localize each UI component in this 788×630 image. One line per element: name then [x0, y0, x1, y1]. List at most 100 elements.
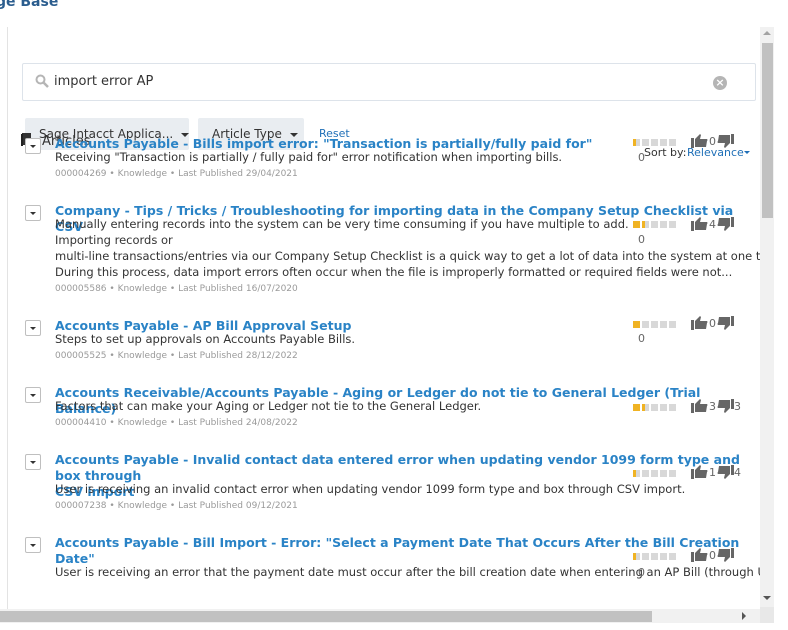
rating-bar [633, 404, 676, 411]
rating-star-icon [660, 221, 667, 228]
vote-controls: 4 [691, 217, 734, 231]
rating-star-icon [660, 321, 667, 328]
upvote-count: 0 [709, 316, 716, 330]
rating-count: 0 [638, 233, 645, 246]
vote-controls: 0 [691, 548, 734, 562]
rating-star-icon [633, 553, 640, 560]
rating-star-icon [642, 404, 649, 411]
rating-star-icon [642, 221, 649, 228]
rating-star-icon [633, 221, 640, 228]
upvote-count: 3 [709, 399, 716, 413]
rating-star-icon [669, 553, 676, 560]
vote-controls: 0 [691, 316, 734, 330]
thumbs-up-icon[interactable] [691, 465, 709, 479]
rating-star-icon [633, 404, 640, 411]
rating-star-icon [660, 139, 667, 146]
article-summary: Steps to set up approvals on Accounts Pa… [55, 332, 356, 346]
article-meta: 000004410 • Knowledge • Last Published 2… [55, 418, 298, 428]
rating-bar [633, 321, 676, 328]
expand-toggle-button[interactable] [25, 205, 41, 221]
vertical-scroll-thumb[interactable] [762, 43, 773, 218]
rating-bar [633, 553, 676, 560]
rating-star-icon [651, 404, 658, 411]
thumbs-up-icon[interactable] [691, 316, 709, 330]
article-summary: Importing records or [55, 233, 173, 247]
article-summary: Factors that can make your Aging or Ledg… [55, 399, 482, 413]
scrollbar-corner [760, 607, 774, 623]
rating-star-icon [642, 139, 649, 146]
expand-toggle-button[interactable] [25, 537, 41, 553]
rating-star-icon [669, 221, 676, 228]
article-meta: 000005525 • Knowledge • Last Published 2… [55, 351, 298, 361]
rating-bar [633, 139, 676, 146]
thumbs-down-icon[interactable] [716, 217, 734, 231]
search-box[interactable]: × [22, 63, 756, 101]
horizontal-scrollbar[interactable] [0, 609, 760, 623]
search-input[interactable] [54, 64, 694, 100]
thumbs-down-icon[interactable] [716, 465, 734, 479]
page-title: ge Base [0, 0, 59, 10]
rating-star-icon [633, 139, 640, 146]
rating-count: 0 [638, 151, 645, 164]
downvote-count: 3 [734, 399, 741, 413]
rating-bar [633, 221, 676, 228]
thumbs-down-icon[interactable] [716, 134, 734, 148]
article-meta: 000007238 • Knowledge • Last Published 0… [55, 501, 298, 511]
rating-star-icon [660, 404, 667, 411]
article-summary: Receiving "Transaction is partially / fu… [55, 150, 563, 164]
thumbs-up-icon[interactable] [691, 548, 709, 562]
thumbs-up-icon[interactable] [691, 134, 709, 148]
scroll-up-arrow-icon[interactable] [763, 31, 771, 35]
rating-star-icon [651, 321, 658, 328]
rating-star-icon [669, 404, 676, 411]
article-summary: multi-line transactions/entries via our … [55, 249, 761, 263]
rating-star-icon [642, 553, 649, 560]
expand-toggle-button[interactable] [25, 387, 41, 403]
vote-controls: 33 [691, 399, 741, 413]
horizontal-scroll-thumb[interactable] [0, 611, 652, 622]
thumbs-down-icon[interactable] [716, 399, 734, 413]
search-icon [35, 74, 49, 88]
rating-star-icon [651, 470, 658, 477]
rating-star-icon [669, 321, 676, 328]
expand-toggle-button[interactable] [25, 454, 41, 470]
vote-controls: 0 [691, 134, 734, 148]
rating-star-icon [651, 553, 658, 560]
upvote-count: 4 [709, 217, 716, 231]
thumbs-down-icon[interactable] [716, 548, 734, 562]
rating-star-icon [633, 321, 640, 328]
article-meta: 000004269 • Knowledge • Last Published 2… [55, 169, 298, 179]
sort-by-label: Sort by: [644, 146, 687, 159]
article-summary: User is receiving an invalid contact err… [55, 482, 686, 496]
rating-bar [633, 470, 676, 477]
article-title-line: Accounts Payable - Invalid contact data … [55, 452, 740, 483]
article-meta: 000005586 • Knowledge • Last Published 1… [55, 284, 298, 294]
rating-star-icon [642, 470, 649, 477]
scroll-down-arrow-icon[interactable] [763, 596, 771, 600]
thumbs-up-icon[interactable] [691, 217, 709, 231]
rating-star-icon [669, 139, 676, 146]
article-title-link[interactable]: Accounts Payable - Bill Import - Error: … [55, 535, 739, 567]
rating-star-icon [660, 470, 667, 477]
expand-toggle-button[interactable] [25, 320, 41, 336]
downvote-count: 4 [734, 465, 741, 479]
thumbs-down-icon[interactable] [716, 316, 734, 330]
rating-count: 0 [638, 566, 645, 579]
expand-toggle-button[interactable] [25, 138, 41, 154]
rating-star-icon [669, 470, 676, 477]
vertical-scrollbar[interactable] [760, 27, 774, 607]
upvote-count: 0 [709, 134, 716, 148]
rating-star-icon [651, 221, 658, 228]
article-summary: Manually entering records into the syste… [55, 217, 629, 231]
thumbs-up-icon[interactable] [691, 399, 709, 413]
sort-caret-icon[interactable] [744, 151, 750, 154]
rating-count: 0 [638, 332, 645, 345]
article-title-line: Accounts Payable - Bill Import - Error: … [55, 535, 740, 550]
clear-search-icon[interactable]: × [713, 76, 727, 90]
rating-star-icon [642, 321, 649, 328]
upvote-count: 1 [709, 465, 716, 479]
upvote-count: 0 [709, 548, 716, 562]
scroll-right-arrow-icon[interactable] [742, 612, 746, 620]
article-summary: User is receiving an error that the paym… [55, 565, 761, 579]
search-results-panel: × Sage Intacct Applica... Article Type R… [7, 27, 761, 609]
